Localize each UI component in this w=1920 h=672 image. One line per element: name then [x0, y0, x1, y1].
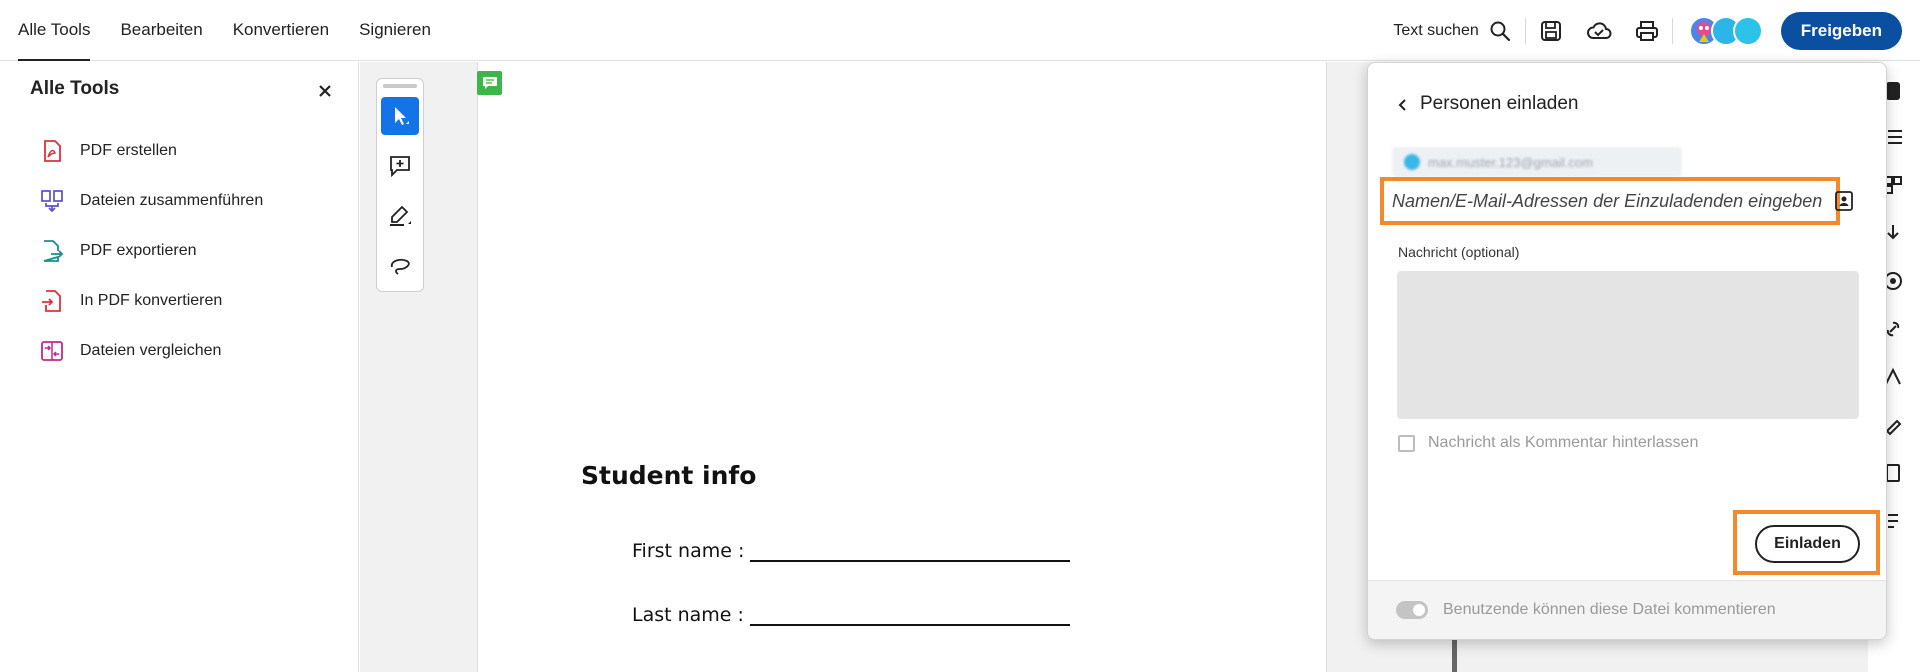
cloud-icon[interactable]: [1586, 18, 1612, 44]
select-cursor-icon: [395, 107, 409, 125]
avatar: [1732, 15, 1763, 46]
field-label: Last name :: [632, 604, 744, 626]
comment-checkbox[interactable]: [1398, 435, 1415, 452]
close-icon[interactable]: [316, 82, 334, 100]
back-chevron-icon[interactable]: [1395, 97, 1411, 113]
panel-title: Alle Tools: [30, 78, 120, 99]
top-toolbar: Alle Tools Bearbeiten Konvertieren Signi…: [0, 0, 1920, 61]
form-field-last-name[interactable]: Last name :: [632, 604, 1070, 626]
recipient-input-highlight: [1380, 177, 1840, 225]
tool-compare-files[interactable]: Dateien vergleichen: [40, 336, 221, 366]
popover-footer: Benutzende können diese Datei kommentier…: [1368, 580, 1886, 639]
tool-convert-pdf[interactable]: In PDF konvertieren: [40, 286, 222, 316]
collaborator-avatars[interactable]: [1688, 15, 1767, 46]
toolstrip-grip[interactable]: [383, 84, 417, 88]
compare-files-icon: [40, 339, 64, 363]
draw-tool-button[interactable]: [381, 247, 419, 285]
invite-people-popover: Personen einladen max.muster.123@gmail.c…: [1367, 62, 1887, 640]
tool-label: PDF erstellen: [80, 142, 177, 159]
combine-files-icon: [40, 189, 64, 213]
toolbar-actions: Text suchen Freigeben: [1393, 0, 1920, 61]
divider: [1524, 17, 1526, 44]
save-icon[interactable]: [1538, 18, 1564, 44]
avatar: [1404, 154, 1420, 170]
tab-alle-tools[interactable]: Alle Tools: [18, 0, 91, 61]
draw-lasso-icon: [390, 258, 410, 275]
popover-title: Personen einladen: [1420, 93, 1579, 114]
comment-checkbox-label[interactable]: Nachricht als Kommentar hinterlassen: [1428, 434, 1698, 452]
select-tool-button[interactable]: [381, 97, 419, 135]
search-icon[interactable]: [1487, 18, 1513, 44]
export-pdf-icon: [40, 239, 64, 263]
recipient-email: max.muster.123@gmail.com: [1428, 154, 1593, 170]
tool-label: In PDF konvertieren: [80, 292, 223, 309]
allow-comments-label: Benutzende können diese Datei kommentier…: [1443, 601, 1776, 618]
convert-pdf-icon: [40, 289, 64, 313]
add-comment-button[interactable]: [381, 147, 419, 185]
field-label: First name :: [632, 540, 745, 562]
tool-create-pdf[interactable]: PDF erstellen: [40, 136, 177, 166]
invite-button-highlight: Einladen: [1733, 510, 1880, 575]
tool-combine-files[interactable]: Dateien zusammenführen: [40, 186, 263, 216]
tool-export-pdf[interactable]: PDF exportieren: [40, 236, 197, 266]
comment-marker-icon[interactable]: [477, 71, 502, 95]
tool-label: Dateien vergleichen: [80, 342, 222, 359]
message-label: Nachricht (optional): [1398, 244, 1520, 260]
invite-button[interactable]: Einladen: [1755, 525, 1860, 563]
all-tools-panel: Alle Tools PDF erstellen Dateien zusamme…: [0, 62, 359, 672]
add-comment-icon: [390, 156, 410, 177]
message-textarea[interactable]: [1397, 271, 1859, 419]
share-button[interactable]: Freigeben: [1780, 11, 1902, 50]
main-tabs: Alle Tools Bearbeiten Konvertieren Signi…: [18, 0, 461, 61]
contacts-icon[interactable]: [1833, 190, 1855, 212]
field-underline: [750, 544, 1071, 562]
tool-label: Dateien zusammenführen: [80, 192, 264, 209]
search-text-label[interactable]: Text suchen: [1393, 22, 1478, 40]
form-field-first-name[interactable]: First name :: [632, 540, 1071, 562]
field-underline: [749, 608, 1070, 626]
tool-label: PDF exportieren: [80, 242, 197, 259]
pdf-page: Student info First name : Last name :: [477, 62, 1327, 672]
recipient-input[interactable]: [1392, 187, 1822, 215]
annotation-toolstrip: [376, 78, 424, 292]
tab-konvertieren[interactable]: Konvertieren: [233, 0, 329, 61]
recipient-chip[interactable]: max.muster.123@gmail.com: [1392, 147, 1682, 177]
highlight-pen-icon: [390, 205, 411, 226]
tab-bearbeiten[interactable]: Bearbeiten: [120, 0, 202, 61]
highlight-tool-button[interactable]: [381, 197, 419, 235]
print-icon[interactable]: [1634, 18, 1660, 44]
document-heading: Student info: [581, 461, 757, 490]
allow-comments-toggle[interactable]: [1396, 601, 1428, 619]
divider: [1671, 17, 1673, 44]
create-pdf-icon: [40, 139, 64, 163]
tab-signieren[interactable]: Signieren: [359, 0, 431, 61]
